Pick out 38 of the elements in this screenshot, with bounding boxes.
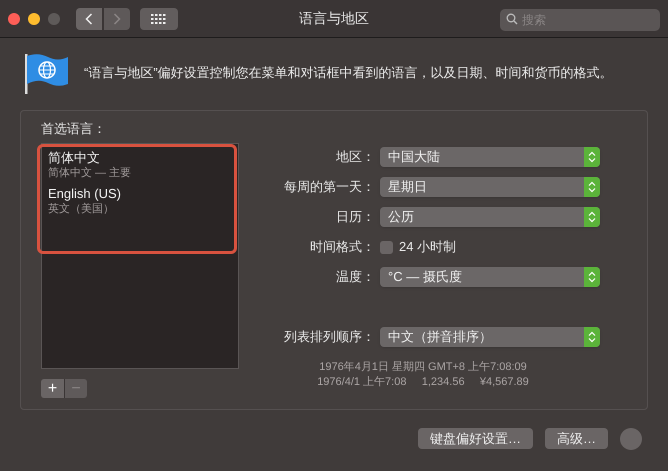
stepper-arrows-icon bbox=[584, 147, 600, 167]
globe-flag-icon bbox=[24, 52, 70, 94]
language-name[interactable]: 简体中文 bbox=[48, 150, 232, 166]
popup-button[interactable]: °C — 摄氏度 bbox=[380, 267, 600, 287]
close-window-button[interactable] bbox=[8, 12, 20, 24]
popup-button[interactable]: 中国大陆 bbox=[380, 147, 600, 167]
stepper-arrows-icon bbox=[584, 207, 600, 227]
popup-button[interactable]: 中文（拼音排序） bbox=[380, 327, 600, 347]
language-detail: 简体中文 — 主要 bbox=[48, 166, 132, 180]
popup-button[interactable]: 公历 bbox=[380, 207, 600, 227]
grid-icon bbox=[151, 14, 167, 24]
window-title: 语言与地区 bbox=[299, 9, 369, 28]
setting-label: 地区： bbox=[335, 148, 376, 166]
stepper-arrows-icon bbox=[584, 327, 600, 347]
language-detail: 英文（美国） bbox=[48, 202, 115, 216]
setting-label: 列表排列顺序： bbox=[283, 328, 376, 346]
setting-label: 温度： bbox=[335, 268, 376, 286]
dialog-button[interactable]: 高级… bbox=[545, 428, 608, 449]
format-sample-text: 1976年4月1日 星期四 GMT+8 上午7:08:09 bbox=[319, 360, 527, 375]
back-button[interactable] bbox=[76, 8, 102, 30]
language-name[interactable]: English (US) bbox=[48, 186, 232, 202]
setting-label: 日历： bbox=[335, 208, 376, 226]
dialog-button[interactable]: 键盘偏好设置… bbox=[418, 428, 533, 449]
chevron-left-icon bbox=[85, 12, 93, 24]
setting-label: 每周的第一天： bbox=[283, 178, 376, 196]
section-label: 首选语言： bbox=[41, 120, 107, 138]
format-sample-text: 1976/4/1 上午7:08 1,234.56 ¥4,567.89 bbox=[317, 375, 529, 390]
stepper-arrows-icon bbox=[584, 177, 600, 197]
add-button[interactable]: + bbox=[41, 378, 64, 398]
description-text: “语言与地区”偏好设置控制您在菜单和对话框中看到的语言，以及日期、时间和货币的格式。 bbox=[84, 64, 613, 82]
minimize-window-button[interactable] bbox=[28, 12, 40, 24]
chevron-right-icon bbox=[113, 12, 121, 24]
popup-button[interactable]: 星期日 bbox=[380, 177, 600, 197]
checkbox-label: 24 小时制 bbox=[399, 238, 456, 256]
grid-view-button[interactable] bbox=[140, 8, 178, 30]
stepper-arrows-icon bbox=[584, 267, 600, 287]
checkbox[interactable] bbox=[380, 240, 393, 254]
setting-label: 时间格式： bbox=[309, 238, 376, 256]
